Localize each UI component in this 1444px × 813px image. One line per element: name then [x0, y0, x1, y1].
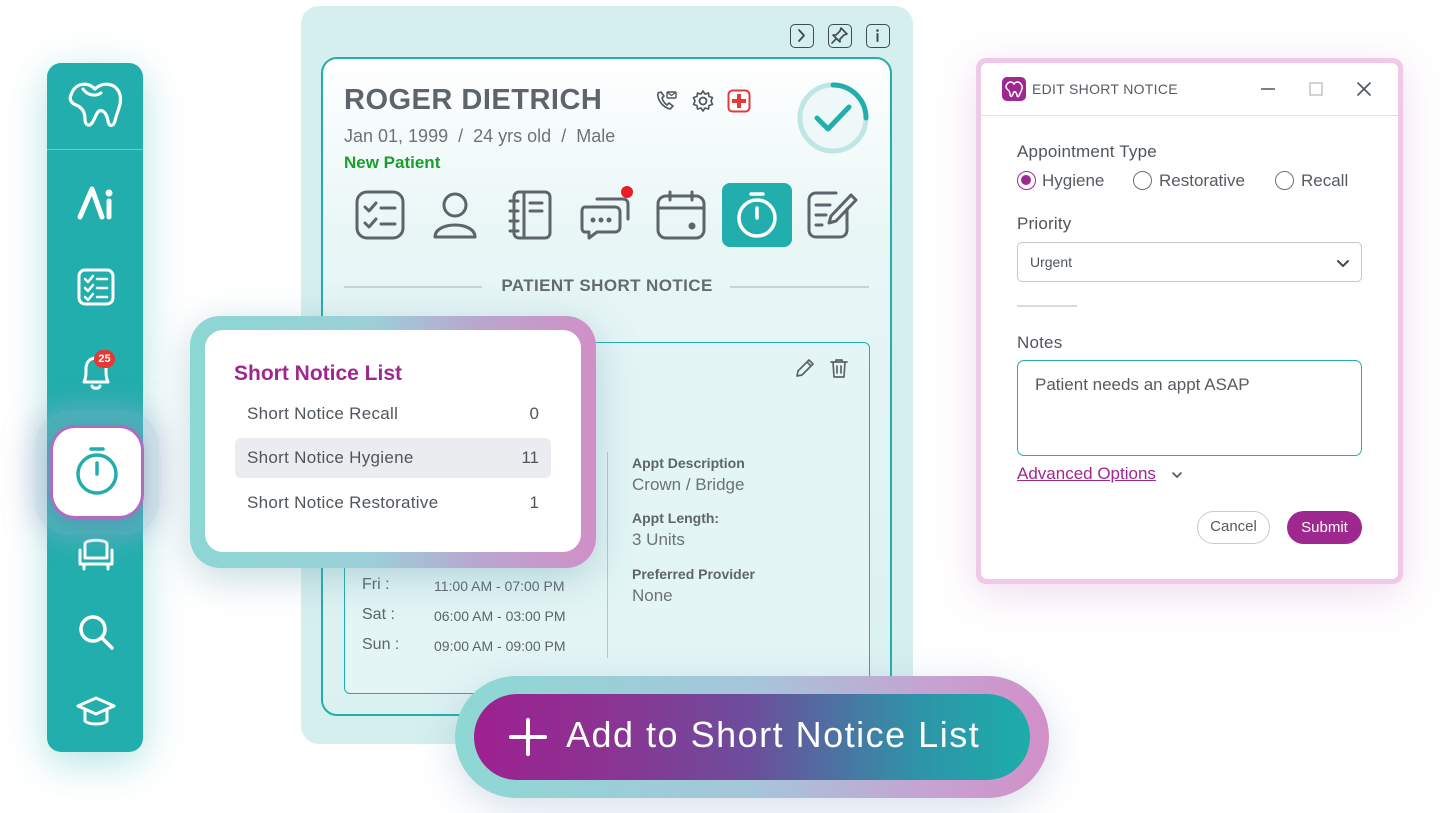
- tab-notes[interactable]: [495, 183, 565, 247]
- checklist-icon[interactable]: [76, 267, 116, 307]
- appt-description-label: Appt Description: [632, 455, 745, 471]
- list-item-label: Short Notice Recall: [247, 404, 399, 423]
- notes-label: Notes: [1017, 333, 1063, 352]
- maximize-button[interactable]: [1306, 79, 1326, 99]
- appt-description-value: Crown / Bridge: [632, 475, 745, 494]
- list-item-count: 1: [529, 493, 539, 512]
- add-button-label: Add to Short Notice List: [566, 714, 981, 755]
- tooth-logo-icon[interactable]: [65, 77, 125, 129]
- close-icon: [1357, 82, 1371, 96]
- patient-age: 24 yrs old: [473, 126, 552, 146]
- tab-calendar[interactable]: [646, 183, 716, 247]
- plus-icon: [509, 718, 547, 756]
- ai-icon[interactable]: [76, 183, 116, 223]
- trash-icon[interactable]: [828, 357, 850, 379]
- preferred-provider-value: None: [632, 586, 673, 605]
- appt-length-label: Appt Length:: [632, 510, 720, 526]
- pencil-icon[interactable]: [794, 357, 816, 379]
- patient-name: ROGER DIETRICH: [344, 84, 603, 116]
- short-notice-list-item[interactable]: Short Notice Hygiene 11: [235, 438, 551, 478]
- radio-restorative-label[interactable]: Restorative: [1159, 171, 1245, 191]
- separator: /: [561, 126, 567, 146]
- tab-edit-form[interactable]: [797, 183, 867, 247]
- submit-button[interactable]: Submit: [1287, 511, 1362, 544]
- patient-status: New Patient: [344, 153, 441, 172]
- schedule-day: Sat :: [362, 606, 395, 623]
- preferred-provider-label: Preferred Provider: [632, 566, 755, 582]
- notes-text: Patient needs an appt ASAP: [1035, 375, 1250, 394]
- close-button[interactable]: [1354, 79, 1374, 99]
- patient-sex: Male: [576, 126, 616, 146]
- app-logo-icon: [1002, 77, 1026, 101]
- chevron-down-icon[interactable]: [1171, 469, 1183, 481]
- tab-profile[interactable]: [420, 183, 490, 247]
- list-item-count: 11: [521, 448, 539, 467]
- tab-checklist[interactable]: [345, 183, 415, 247]
- patient-dob: Jan 01, 1999: [344, 126, 449, 146]
- stopwatch-icon: [76, 447, 118, 495]
- expand-button[interactable]: [790, 24, 814, 48]
- add-to-short-notice-list-button[interactable]: Add to Short Notice List: [474, 694, 1030, 780]
- advanced-options-link[interactable]: Advanced Options: [1017, 464, 1156, 484]
- list-item-label: Short Notice Restorative: [247, 493, 439, 512]
- schedule-day: Sun :: [362, 636, 400, 653]
- checklist-icon: [355, 190, 405, 240]
- short-notice-list-item[interactable]: Short Notice Restorative 1: [235, 483, 551, 523]
- calendar-icon: [656, 190, 706, 240]
- graduation-cap-icon[interactable]: [76, 692, 116, 732]
- separator: /: [458, 126, 464, 146]
- radio-recall[interactable]: [1275, 171, 1294, 190]
- radio-hygiene[interactable]: [1017, 171, 1036, 190]
- list-item-count: 0: [529, 404, 539, 423]
- pin-button[interactable]: [828, 24, 852, 48]
- notebook-icon: [508, 190, 552, 240]
- dialog-title: EDIT SHORT NOTICE: [1032, 81, 1178, 97]
- edit-short-notice-dialog: [981, 63, 1398, 579]
- notification-badge: 25: [94, 350, 115, 368]
- search-icon[interactable]: [76, 612, 116, 652]
- tab-short-notice[interactable]: [722, 183, 792, 247]
- unread-dot: [621, 186, 633, 198]
- cancel-button[interactable]: Cancel: [1197, 511, 1270, 544]
- short-notice-list-title: Short Notice List: [234, 362, 403, 385]
- section-rule-right: [730, 286, 869, 288]
- check-status-icon[interactable]: [795, 80, 871, 156]
- dental-chair-icon[interactable]: [76, 534, 116, 574]
- list-item-label: Short Notice Hygiene: [247, 448, 414, 467]
- sidebar-item-short-notice[interactable]: [53, 428, 141, 516]
- dialog-separator: [1017, 305, 1077, 307]
- section-title: PATIENT SHORT NOTICE: [501, 276, 713, 295]
- schedule-hours: 09:00 AM - 09:00 PM: [434, 638, 566, 654]
- chevron-down-icon: [1337, 260, 1349, 267]
- minimize-button[interactable]: [1258, 79, 1278, 99]
- notes-textarea[interactable]: Patient needs an appt ASAP: [1017, 360, 1362, 456]
- patient-demographics: Jan 01, 1999 / 24 yrs old / Male: [344, 126, 615, 147]
- priority-label: Priority: [1017, 214, 1072, 233]
- appt-length-value: 3 Units: [632, 530, 685, 549]
- detail-divider: [607, 452, 608, 658]
- sidebar-divider: [47, 149, 143, 150]
- appointment-type-label: Appointment Type: [1017, 142, 1157, 161]
- radio-recall-label[interactable]: Recall: [1301, 171, 1348, 191]
- info-button[interactable]: [866, 24, 890, 48]
- schedule-hours: 11:00 AM - 07:00 PM: [434, 578, 565, 594]
- stopwatch-icon: [737, 192, 777, 238]
- priority-select[interactable]: Urgent: [1017, 242, 1362, 282]
- medical-alert-icon[interactable]: [727, 89, 751, 113]
- user-icon: [433, 192, 477, 239]
- short-notice-list-item[interactable]: Short Notice Recall 0: [235, 394, 551, 434]
- radio-restorative[interactable]: [1133, 171, 1152, 190]
- phone-message-icon[interactable]: [654, 89, 678, 113]
- priority-value: Urgent: [1030, 254, 1073, 270]
- section-rule-left: [344, 286, 482, 288]
- radio-hygiene-label[interactable]: Hygiene: [1042, 171, 1104, 191]
- schedule-day: Fri :: [362, 576, 390, 593]
- edit-form-icon: [807, 191, 858, 239]
- gear-icon[interactable]: [691, 89, 715, 113]
- schedule-hours: 06:00 AM - 03:00 PM: [434, 608, 566, 624]
